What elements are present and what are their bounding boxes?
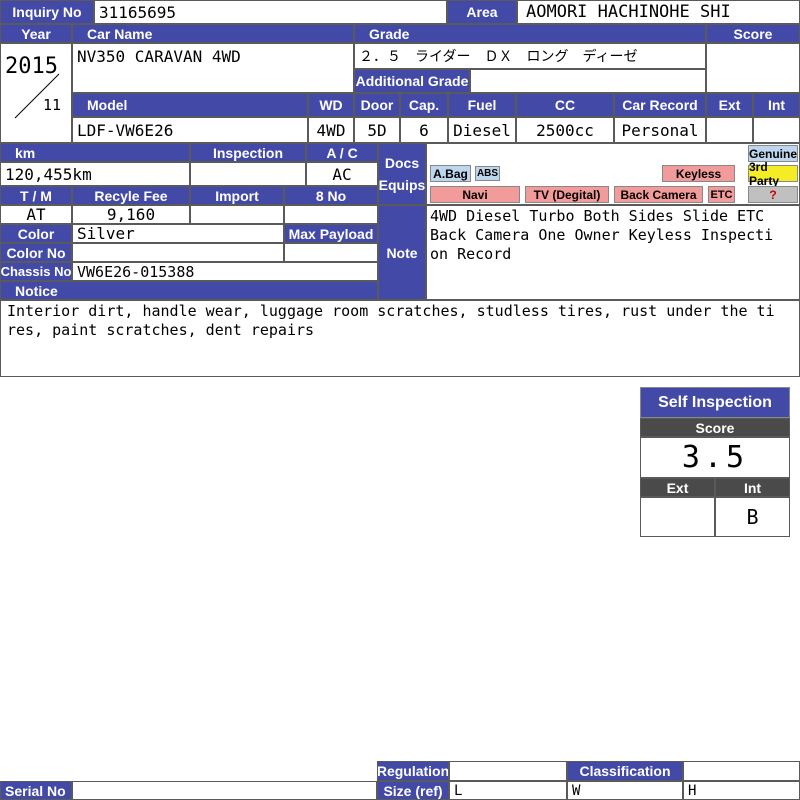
note-cell: 4WD Diesel Turbo Both Sides Slide ETC Ba… bbox=[426, 205, 800, 300]
third-party-tag: 3rd Party bbox=[748, 160, 798, 188]
back-camera-tag: Back Camera bbox=[614, 186, 703, 203]
docs-label: Docs bbox=[384, 155, 420, 171]
max-payload-label: Max Payload bbox=[284, 224, 378, 243]
score-label: Score bbox=[706, 24, 800, 43]
no8-value bbox=[284, 205, 378, 224]
int-value bbox=[753, 117, 800, 143]
km-label: km bbox=[0, 143, 190, 162]
grade-value: ２．５ ライダー ＤＸ ロング ディーゼ bbox=[354, 43, 706, 69]
max-payload-value bbox=[284, 243, 378, 262]
size-ref-label: Size (ref) bbox=[377, 781, 449, 800]
tm-value: AT bbox=[0, 205, 72, 224]
area-value: AOMORI HACHINOHE SHI bbox=[517, 0, 800, 24]
regulation-value bbox=[449, 761, 567, 781]
ac-value: AC bbox=[306, 162, 378, 186]
cap-label: Cap. bbox=[400, 93, 448, 117]
self-inspection-int-value: B bbox=[715, 497, 790, 537]
unknown-tag: ? bbox=[748, 186, 798, 203]
score-value bbox=[706, 43, 800, 93]
classification-value bbox=[683, 761, 800, 781]
notice-value: Interior dirt, handle wear, luggage room… bbox=[7, 302, 775, 339]
abs-tag: ABS bbox=[475, 166, 500, 181]
recycle-fee-label: Recyle Fee bbox=[72, 186, 190, 205]
notice-label: Notice bbox=[0, 281, 378, 300]
door-value: 5D bbox=[354, 117, 400, 143]
self-inspection-title: Self Inspection bbox=[640, 387, 790, 418]
equips-label: Equips bbox=[378, 177, 426, 193]
ext-value bbox=[706, 117, 753, 143]
cap-value: 6 bbox=[400, 117, 448, 143]
car-name-value: NV350 CARAVAN 4WD bbox=[72, 43, 354, 93]
wd-label: WD bbox=[308, 93, 354, 117]
fuel-value: Diesel bbox=[448, 117, 516, 143]
car-name-label: Car Name bbox=[72, 24, 354, 43]
navi-tag: Navi bbox=[430, 186, 520, 203]
abag-tag: A.Bag bbox=[430, 165, 471, 182]
etc-tag: ETC bbox=[708, 186, 735, 203]
note-label: Note bbox=[378, 205, 426, 300]
tv-tag: TV (Degital) bbox=[525, 186, 609, 203]
color-value: Silver bbox=[72, 224, 284, 243]
import-value bbox=[190, 205, 284, 224]
model-value: LDF-VW6E26 bbox=[72, 117, 308, 143]
area-label: Area bbox=[447, 0, 517, 24]
month-value: 11 bbox=[43, 96, 62, 114]
grade-label: Grade bbox=[354, 24, 706, 43]
additional-grade-value bbox=[470, 69, 706, 93]
no8-label: 8 No bbox=[284, 186, 378, 205]
car-record-label: Car Record bbox=[614, 93, 706, 117]
wd-value: 4WD bbox=[308, 117, 354, 143]
fuel-label: Fuel bbox=[448, 93, 516, 117]
recycle-fee-value: 9,160 bbox=[72, 205, 190, 224]
cc-label: CC bbox=[516, 93, 614, 117]
year-cell: 2015 11 bbox=[0, 43, 72, 143]
import-label: Import bbox=[190, 186, 284, 205]
year-label: Year bbox=[0, 24, 72, 43]
model-label: Model bbox=[72, 93, 308, 117]
serial-no-label: Serial No bbox=[0, 781, 72, 800]
color-no-label: Color No bbox=[0, 243, 72, 262]
door-label: Door bbox=[354, 93, 400, 117]
int-label: Int bbox=[753, 93, 800, 117]
km-value: 120,455km bbox=[0, 162, 190, 186]
ext-label: Ext bbox=[706, 93, 753, 117]
tm-label: T / M bbox=[0, 186, 72, 205]
car-record-value: Personal bbox=[614, 117, 706, 143]
self-inspection-ext-label: Ext bbox=[640, 478, 715, 497]
cc-value: 2500cc bbox=[516, 117, 614, 143]
size-l-value: L bbox=[449, 781, 567, 800]
self-inspection-score-label: Score bbox=[640, 418, 790, 437]
classification-label: Classification bbox=[567, 761, 683, 781]
color-no-value bbox=[72, 243, 284, 262]
additional-grade-label: Additional Grade bbox=[354, 69, 470, 93]
color-label: Color bbox=[0, 224, 72, 243]
year-value: 2015 bbox=[5, 54, 58, 79]
self-inspection-score-value: 3.5 bbox=[640, 437, 790, 478]
keyless-tag: Keyless bbox=[662, 165, 735, 182]
inspection-value bbox=[190, 162, 306, 186]
docs-equips-label: Docs Equips bbox=[378, 143, 426, 205]
inspection-label: Inspection bbox=[190, 143, 306, 162]
regulation-label: Regulation bbox=[377, 761, 449, 781]
chassis-no-label: Chassis No bbox=[0, 262, 72, 281]
size-h-value: H bbox=[683, 781, 800, 800]
notice-cell: Interior dirt, handle wear, luggage room… bbox=[0, 300, 800, 377]
inquiry-no-label: Inquiry No bbox=[0, 0, 94, 24]
ac-label: A / C bbox=[306, 143, 378, 162]
self-inspection-int-label: Int bbox=[715, 478, 790, 497]
chassis-no-value: VW6E26-015388 bbox=[72, 262, 378, 281]
inquiry-no-value: 31165695 bbox=[94, 0, 447, 24]
size-w-value: W bbox=[567, 781, 683, 800]
note-value: 4WD Diesel Turbo Both Sides Slide ETC Ba… bbox=[430, 207, 774, 263]
serial-no-value bbox=[72, 781, 377, 800]
self-inspection-ext-value bbox=[640, 497, 715, 537]
